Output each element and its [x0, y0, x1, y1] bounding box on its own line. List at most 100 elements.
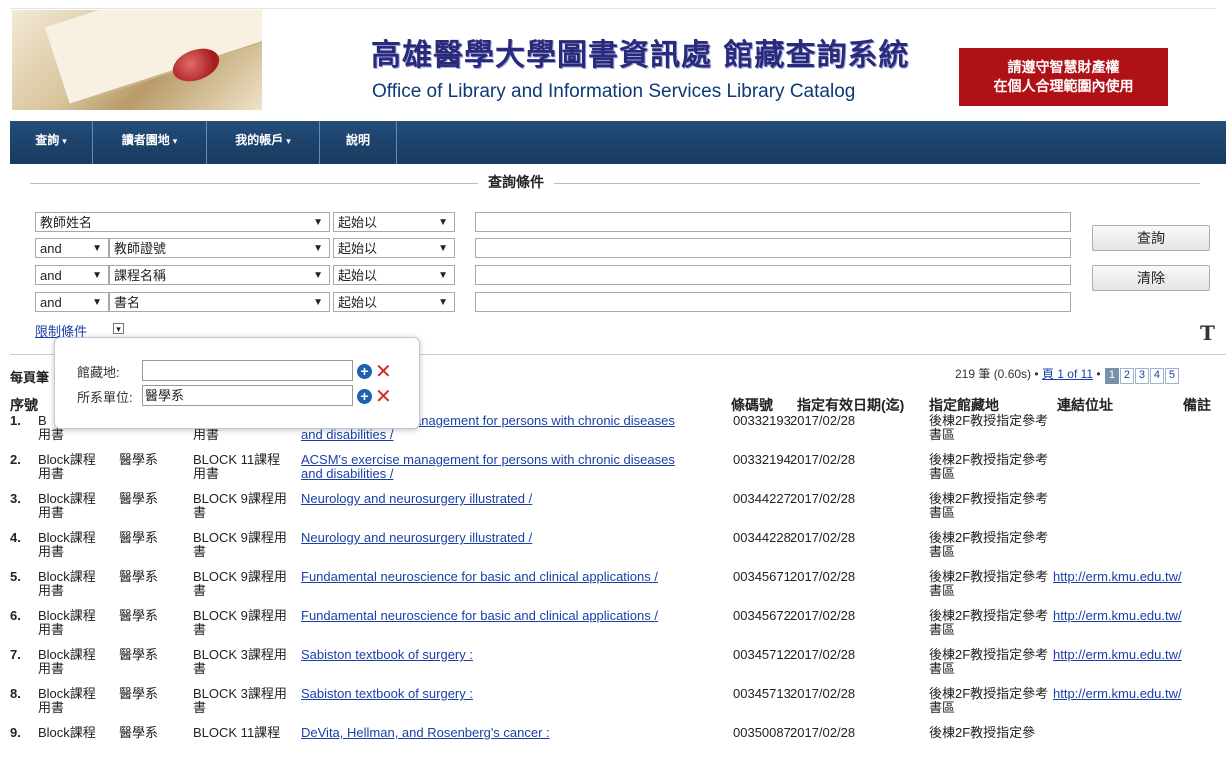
page-5[interactable]: 5 [1164, 368, 1179, 384]
mode-select-3[interactable]: 起始以 ▼ [333, 265, 455, 285]
nav-reader-area[interactable]: 讀者園地 ▾ [93, 121, 207, 164]
row-category: Block課程 [38, 491, 96, 506]
row-dept: 醫學系 [119, 686, 159, 701]
table-row: 7. Block課程 用書 醫學系 BLOCK 3課程用書 Sabiston textbo… [10, 648, 1226, 687]
query-input-1[interactable] [475, 212, 1071, 232]
row-category: Block課程 [38, 530, 96, 545]
clear-button[interactable]: 清除 [1092, 265, 1210, 291]
search-form [10, 164, 1226, 355]
row-category-2: 用書 [38, 505, 65, 520]
row-due-date: 2017/02/28 [790, 530, 856, 545]
page-4[interactable]: 4 [1149, 368, 1164, 384]
row-dept: 醫學系 [119, 491, 159, 506]
row-url-link[interactable]: http://erm.kmu.edu.tw/ [1053, 687, 1182, 701]
book-banner-image [12, 10, 262, 110]
row-title-link[interactable]: Fundamental neuroscience for basic and c… [301, 609, 731, 623]
row-course-2: 用書 [193, 427, 220, 442]
row-number: 8. [10, 686, 21, 701]
result-summary: 219 筆 (0.60s) • [955, 367, 1042, 381]
row-title-link[interactable]: Sabiston textbook of surgery : [301, 648, 731, 662]
row-barcode: 00344228 [733, 530, 791, 545]
row-number: 5. [10, 569, 21, 584]
row-category: Block課程 [38, 725, 96, 740]
site-title-en: Office of Library and Information Servic… [372, 81, 856, 102]
field-select-4[interactable]: 書名 ▼ [109, 292, 330, 312]
remove-icon[interactable]: ✕ [375, 387, 392, 407]
row-course-2: 書 [193, 700, 207, 715]
row-url-link[interactable]: http://erm.kmu.edu.tw/ [1053, 609, 1182, 623]
row-location: 後棟2F教授指定參考書區 [929, 647, 1049, 676]
chevron-down-icon: ▼ [92, 297, 102, 308]
row-barcode: 00350087 [733, 725, 791, 740]
mode-select-4[interactable]: 起始以 ▼ [333, 292, 455, 312]
page-3[interactable]: 3 [1134, 368, 1149, 384]
query-input-2[interactable] [475, 238, 1071, 258]
nav-help[interactable]: 說明 [320, 121, 397, 164]
row-title-link[interactable]: DeVita, Hellman, and Rosenberg's cancer … [301, 726, 731, 740]
row-course: BLOCK 11課程 [193, 725, 281, 740]
row-title-link[interactable]: Sabiston textbook of surgery : [301, 687, 731, 701]
location-input[interactable] [142, 360, 353, 381]
chevron-down-icon: ▾ [286, 136, 291, 146]
remove-icon[interactable]: ✕ [375, 362, 392, 382]
row-category: Block課程 [38, 569, 96, 584]
field-select-2[interactable]: 教師證號 ▼ [109, 238, 330, 258]
op-select-2[interactable]: and ▼ [35, 238, 109, 258]
row-title-link-2[interactable]: and disabilities / [301, 467, 731, 481]
font-size-icon[interactable]: T [1200, 321, 1215, 345]
row-category: Block課程 [38, 452, 96, 467]
mode-select-2[interactable]: 起始以 ▼ [333, 238, 455, 258]
row-title-link-2[interactable]: and disabilities / [301, 428, 731, 442]
copyright-notice-line2: 在個人合理範圍內使用 [993, 79, 1134, 95]
row-location: 後棟2F教授指定參考書區 [929, 452, 1049, 481]
row-barcode: 00345671 [733, 569, 791, 584]
row-course: BLOCK 9課程用 [193, 530, 287, 545]
copyright-notice-line1: 請遵守智慧財產權 [1007, 60, 1120, 76]
row-category-2: 用書 [38, 544, 65, 559]
col-header-url: 連結位址 [1057, 397, 1113, 413]
row-title-link[interactable]: ACSM's exercise management for persons w… [301, 453, 731, 467]
nav-search[interactable]: 查詢 ▾ [10, 121, 93, 164]
row-course: BLOCK 11課程 [193, 452, 281, 467]
site-title-zh: 高雄醫學大學圖書資訊處 館藏查詢系統 [371, 38, 910, 73]
op-select-3[interactable]: and ▼ [35, 265, 109, 285]
dept-input[interactable]: 醫學系 [142, 385, 353, 406]
row-dept: 醫學系 [119, 452, 159, 467]
search-button[interactable]: 查詢 [1092, 225, 1210, 251]
row-number: 3. [10, 491, 21, 506]
col-header-location: 指定館藏地 [929, 397, 999, 413]
row-due-date: 2017/02/28 [790, 725, 856, 740]
pagination: 219 筆 (0.60s) • 頁 1 of 11 • 12345 [955, 365, 1179, 384]
mode-select-1[interactable]: 起始以 ▼ [333, 212, 455, 232]
chevron-down-icon: ▾ [172, 136, 178, 146]
row-url-link[interactable]: http://erm.kmu.edu.tw/ [1053, 648, 1182, 662]
op-select-4[interactable]: and ▼ [35, 292, 109, 312]
add-icon[interactable]: + [357, 389, 372, 404]
add-icon[interactable]: + [357, 364, 372, 379]
row-location: 後棟2F教授指定參考書區 [929, 413, 1049, 442]
row-title-link[interactable]: Neurology and neurosurgery illustrated / [301, 492, 731, 506]
chevron-down-icon: ▼ [438, 297, 448, 308]
page-2[interactable]: 2 [1119, 368, 1134, 384]
query-input-3[interactable] [475, 265, 1071, 285]
row-location: 後棟2F教授指定參考書區 [929, 491, 1049, 520]
row-barcode: 00345713 [733, 686, 791, 701]
row-category: Block課程 [38, 608, 96, 623]
row-course-2: 書 [193, 622, 207, 637]
query-input-4[interactable] [475, 292, 1071, 312]
page-info-link[interactable]: 頁 1 of 11 [1042, 367, 1093, 381]
field-select-3[interactable]: 課程名稱 ▼ [109, 265, 330, 285]
row-category-2: 用書 [38, 700, 65, 715]
chevron-down-icon[interactable]: ▾ [113, 323, 124, 334]
row-title-link[interactable]: Neurology and neurosurgery illustrated / [301, 531, 731, 545]
row-dept: 醫學系 [119, 725, 159, 740]
row-barcode: 00332194 [733, 452, 791, 467]
page-1[interactable]: 1 [1104, 368, 1119, 384]
field-select-1[interactable]: 教師姓名 ▼ [35, 212, 330, 232]
row-title-link[interactable]: Fundamental neuroscience for basic and c… [301, 570, 731, 584]
row-url-link[interactable]: http://erm.kmu.edu.tw/ [1053, 570, 1182, 584]
row-location: 後棟2F教授指定參考書區 [929, 686, 1049, 715]
nav-my-account[interactable]: 我的帳戶 ▾ [207, 121, 320, 164]
search-legend: 查詢條件 [478, 172, 554, 192]
row-due-date: 2017/02/28 [790, 452, 856, 467]
